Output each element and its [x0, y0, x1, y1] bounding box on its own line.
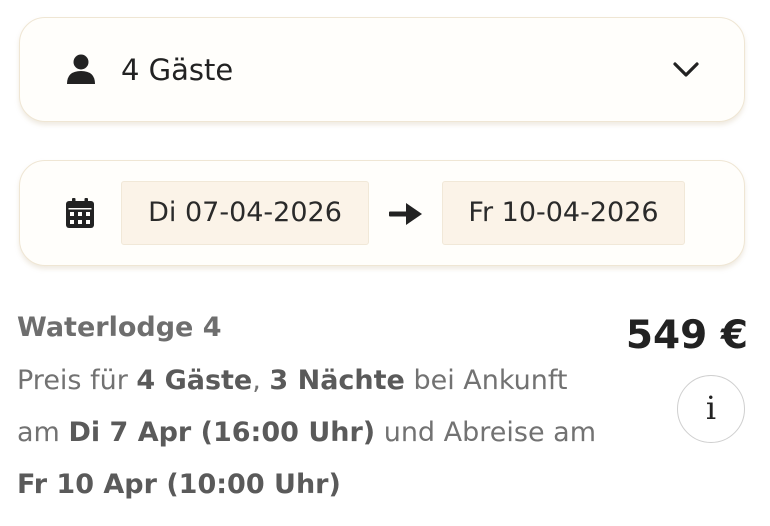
departure-text: Fr 10 Apr (10:00 Uhr)	[17, 469, 341, 500]
arrow-right-icon	[389, 203, 422, 225]
chevron-down-icon[interactable]	[672, 59, 700, 79]
price-description: Preis für 4 Gäste, 3 Nächte bei Ankunft …	[17, 365, 596, 500]
guests-count-label: 4 Gäste	[121, 53, 234, 87]
listing-price: 549 €	[625, 313, 748, 358]
date-range-selector: Di 07-04-2026 Fr 10-04-2026	[19, 160, 745, 266]
guests-count-text: 4 Gäste	[136, 365, 253, 396]
departure-date-field[interactable]: Fr 10-04-2026	[442, 181, 685, 245]
price-info-button[interactable]: i	[677, 375, 745, 443]
listing-title: Waterlodge 4	[17, 312, 222, 343]
nights-count-text: 3 Nächte	[269, 365, 405, 396]
guests-selector[interactable]: 4 Gäste	[19, 17, 745, 122]
arrival-text: Di 7 Apr (16:00 Uhr)	[68, 417, 376, 448]
person-icon	[67, 54, 95, 84]
calendar-icon	[66, 198, 94, 228]
arrival-date-field[interactable]: Di 07-04-2026	[121, 181, 369, 245]
